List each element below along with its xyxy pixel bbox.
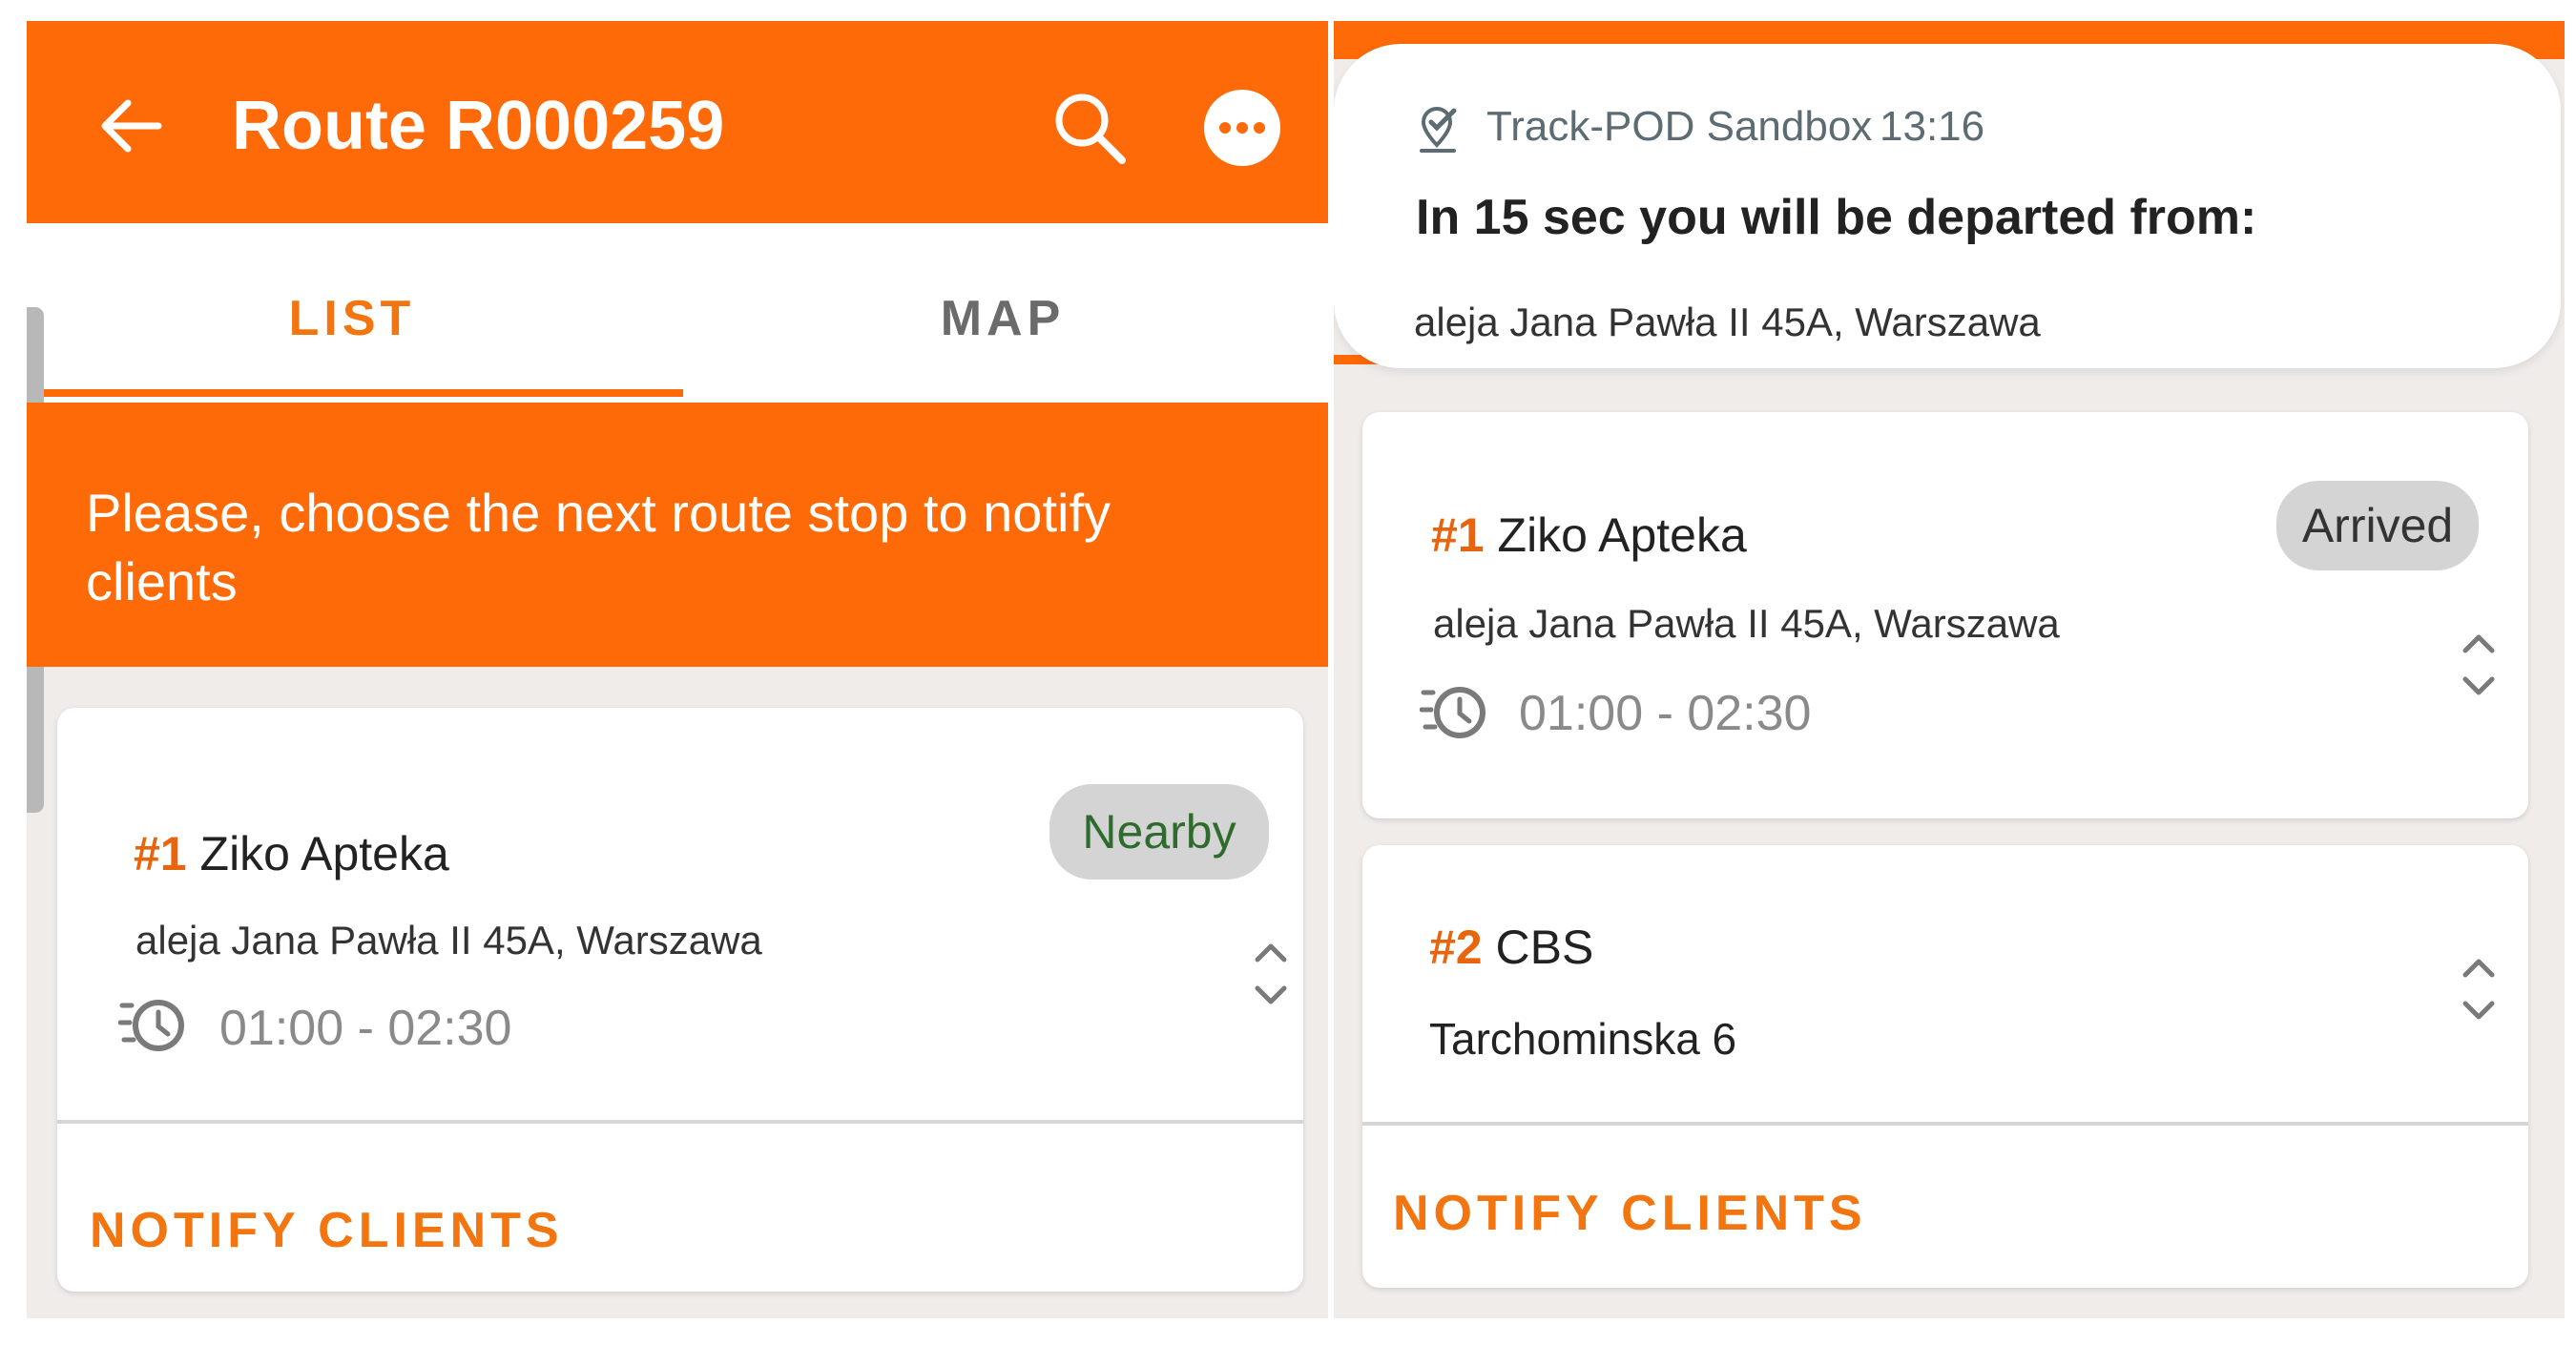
stop-address: Tarchominska 6 — [1429, 1014, 1737, 1064]
clock-icon — [1419, 681, 1486, 744]
banner-message: Please, choose the next route stop to no… — [86, 483, 1111, 611]
stop-name: Ziko Apteka — [1497, 508, 1747, 562]
notify-clients-button[interactable]: NOTIFY CLIENTS — [90, 1202, 564, 1259]
clock-icon — [117, 994, 185, 1057]
notification-time: 13:16 — [1880, 103, 1985, 150]
notify-clients-button[interactable]: NOTIFY CLIENTS — [1393, 1185, 1867, 1242]
status-badge: Nearby — [1049, 784, 1269, 880]
stop-title: #1 Ziko Apteka — [1431, 507, 1747, 563]
route-screen: Route R000259 LIST MAP Please, choose th… — [27, 21, 1328, 1318]
card-divider — [57, 1120, 1303, 1124]
route-stop-card[interactable]: #2 CBS Tarchominska 6 NOTIFY CLIENTS — [1362, 845, 2528, 1288]
status-badge: Arrived — [2276, 481, 2479, 570]
card-divider — [1362, 1122, 2528, 1126]
track-pod-app-icon — [1416, 103, 1469, 156]
active-tab-indicator — [27, 389, 683, 397]
chevron-up-down-icon[interactable] — [1252, 939, 1290, 1015]
tab-map[interactable]: MAP — [677, 223, 1328, 424]
notification-body: aleja Jana Pawła II 45A, Warszawa — [1414, 300, 2041, 344]
instruction-banner: Please, choose the next route stop to no… — [27, 403, 1328, 667]
more-options-icon[interactable] — [1204, 90, 1280, 166]
stop-name: Ziko Apteka — [199, 827, 449, 880]
notification-app-name: Track-POD Sandbox — [1486, 103, 1873, 150]
route-stop-card[interactable]: #1 Ziko Apteka Nearby aleja Jana Pawła I… — [57, 708, 1303, 1292]
back-arrow-icon[interactable] — [93, 88, 170, 164]
stop-address: aleja Jana Pawła II 45A, Warszawa — [1433, 601, 2060, 646]
notification-screen: Track-POD Sandbox 13:16 In 15 sec you wi… — [1334, 21, 2565, 1318]
stop-title: #2 CBS — [1429, 920, 1593, 975]
time-window: 01:00 - 02:30 — [219, 1001, 512, 1056]
stop-number: #2 — [1429, 921, 1483, 974]
stop-number: #1 — [1431, 508, 1485, 562]
push-notification[interactable]: Track-POD Sandbox 13:16 In 15 sec you wi… — [1334, 44, 2561, 368]
page-title: Route R000259 — [232, 88, 725, 164]
time-window: 01:00 - 02:30 — [1519, 686, 1812, 741]
chevron-up-down-icon[interactable] — [2460, 954, 2498, 1030]
stop-number: #1 — [134, 827, 187, 880]
search-icon[interactable] — [1048, 86, 1133, 172]
stop-address: aleja Jana Pawła II 45A, Warszawa — [135, 918, 762, 962]
stop-title: #1 Ziko Apteka — [134, 826, 449, 881]
chevron-up-down-icon[interactable] — [2460, 630, 2498, 706]
notification-title: In 15 sec you will be departed from: — [1416, 190, 2257, 245]
stop-name: CBS — [1495, 921, 1594, 974]
app-bar: Route R000259 — [27, 21, 1328, 223]
route-stop-card[interactable]: #1 Ziko Apteka Arrived aleja Jana Pawła … — [1362, 412, 2528, 818]
